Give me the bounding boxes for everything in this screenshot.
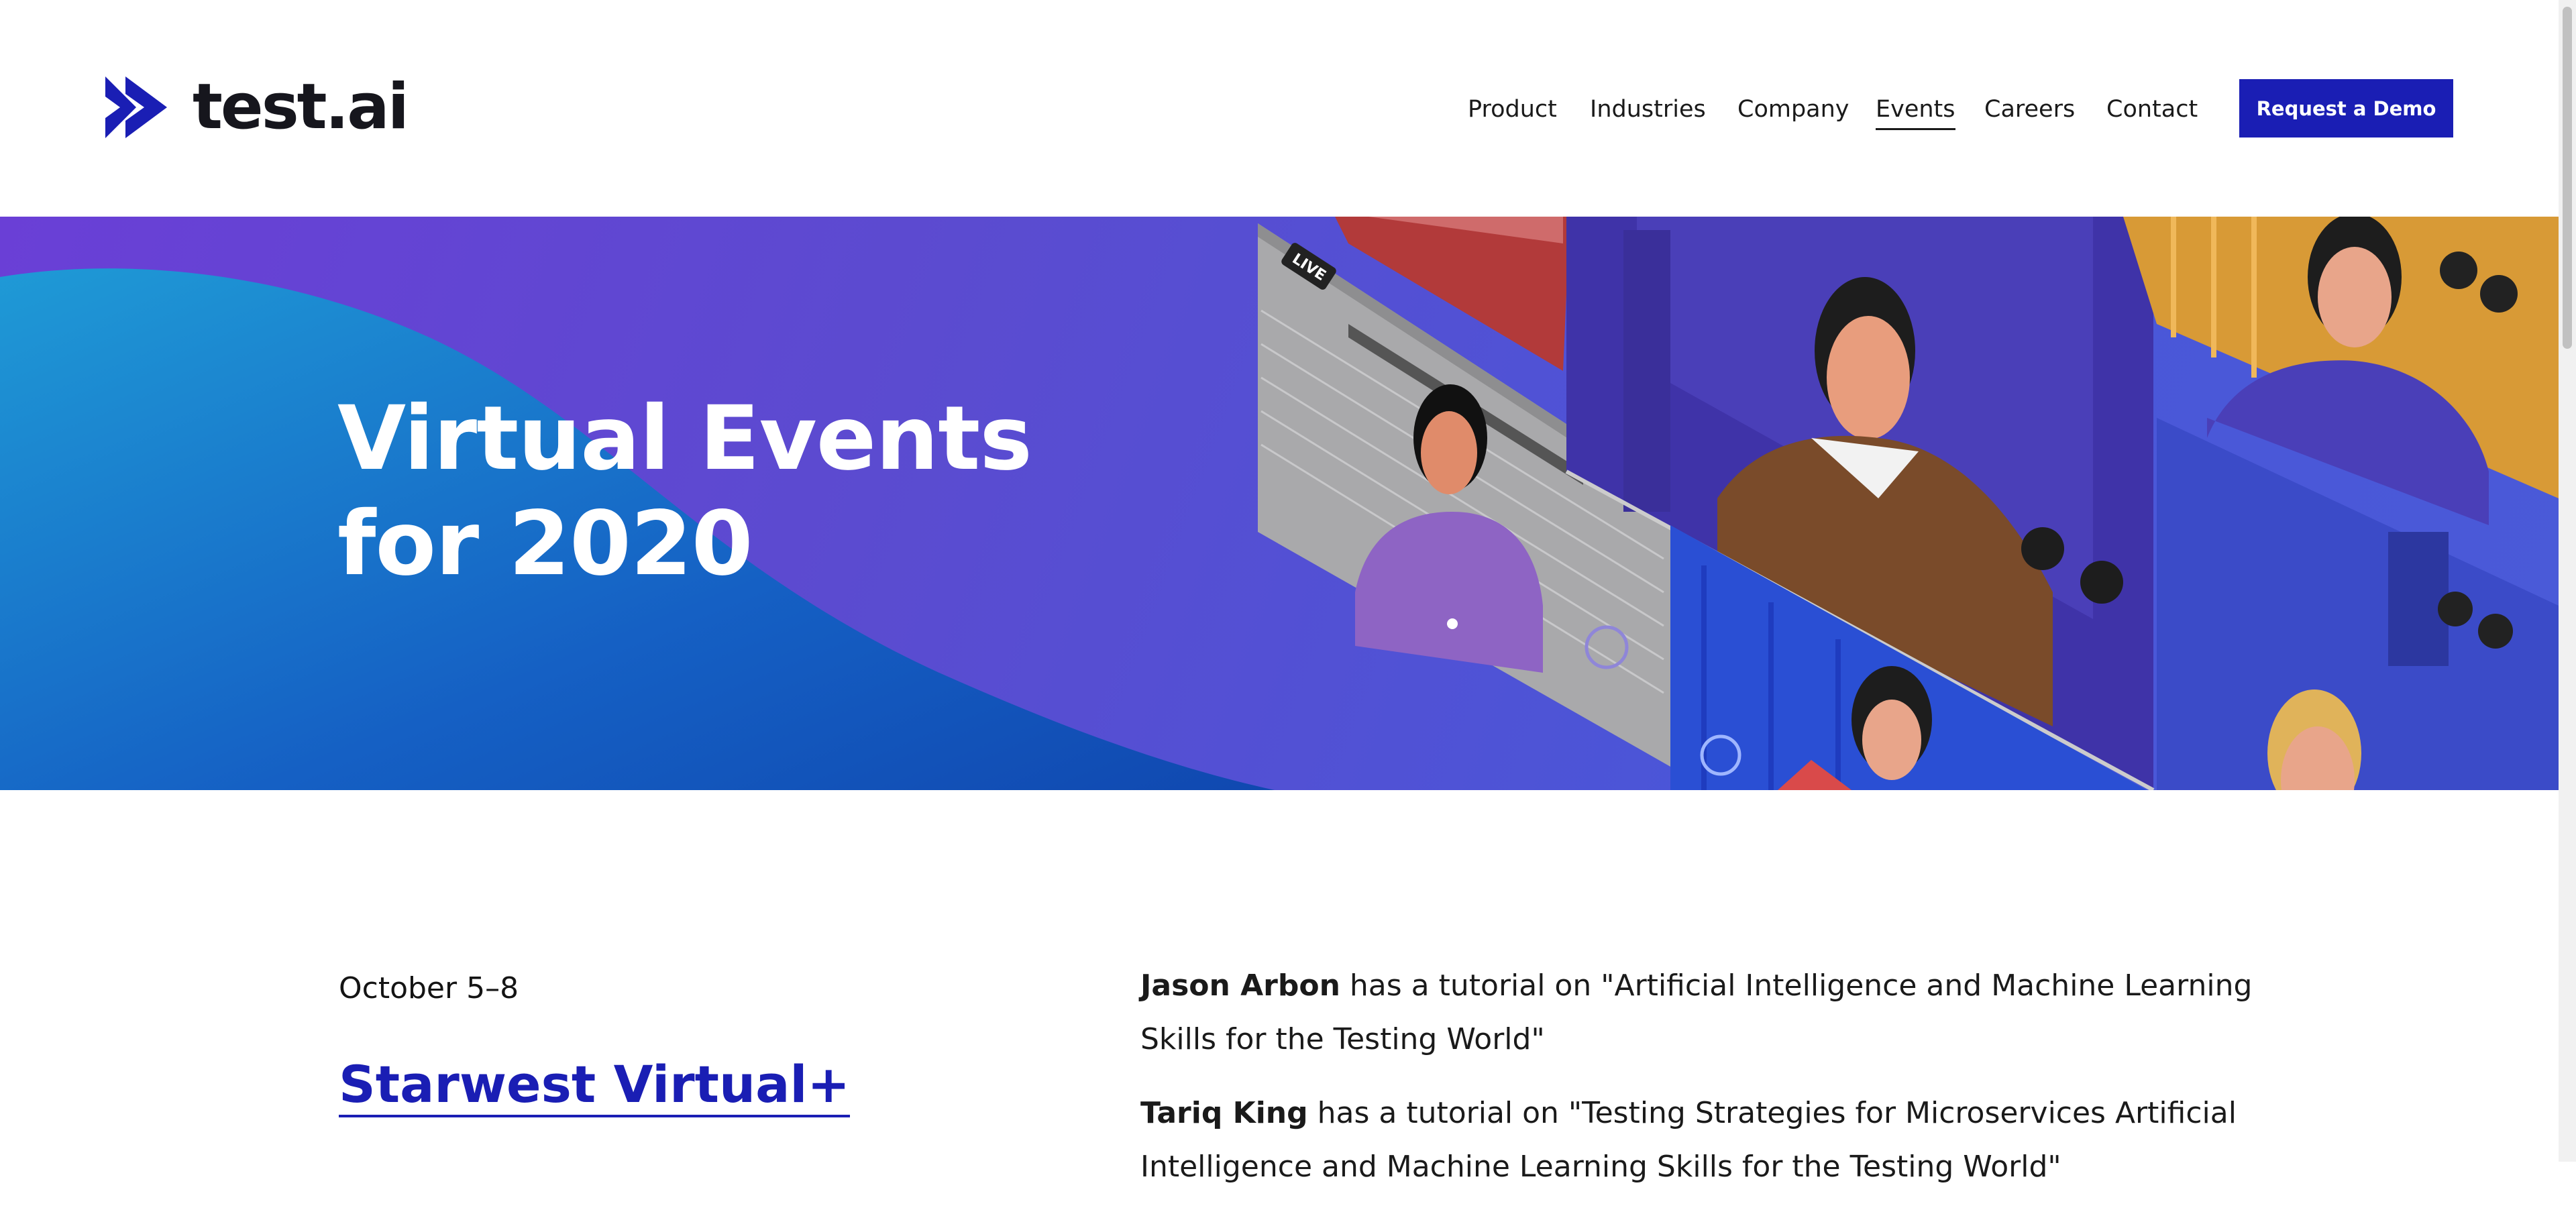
event-description: Jason Arbon has a tutorial on "Artificia… xyxy=(1140,959,2254,1214)
speaker-name: Jason Arbon xyxy=(1140,969,1340,1003)
hero-title: Virtual Events for 2020 xyxy=(337,386,1032,597)
logo-text: test.ai xyxy=(193,70,409,144)
site-header: test.ai Product Industries Company Event… xyxy=(0,0,2559,217)
hero-banner: LIVE Virtual Events for 2020 xyxy=(0,217,2559,790)
nav-events[interactable]: Events xyxy=(1876,96,1955,130)
event-date: October 5–8 xyxy=(339,971,519,1005)
page-scrollbar[interactable] xyxy=(2559,0,2576,1162)
event-entry: Jason Arbon has a tutorial on "Artificia… xyxy=(1140,959,2254,1066)
event-entry: Tariq King has a tutorial on "Testing St… xyxy=(1140,1087,2254,1194)
nav-contact[interactable]: Contact xyxy=(2106,96,2198,123)
request-demo-button[interactable]: Request a Demo xyxy=(2239,79,2453,137)
hero-title-line2: for 2020 xyxy=(337,492,753,596)
logo-chevrons-icon xyxy=(105,76,167,138)
nav-product[interactable]: Product xyxy=(1468,96,1557,123)
hero-title-line1: Virtual Events xyxy=(337,387,1032,490)
speaker-name: Tariq King xyxy=(1140,1096,1308,1130)
nav-careers[interactable]: Careers xyxy=(1984,96,2075,123)
event-title-link[interactable]: Starwest Virtual+ xyxy=(339,1054,851,1117)
logo[interactable]: test.ai xyxy=(105,70,409,144)
nav-industries[interactable]: Industries xyxy=(1590,96,1706,123)
scrollbar-thumb[interactable] xyxy=(2563,7,2572,349)
nav-company[interactable]: Company xyxy=(1737,96,1849,123)
